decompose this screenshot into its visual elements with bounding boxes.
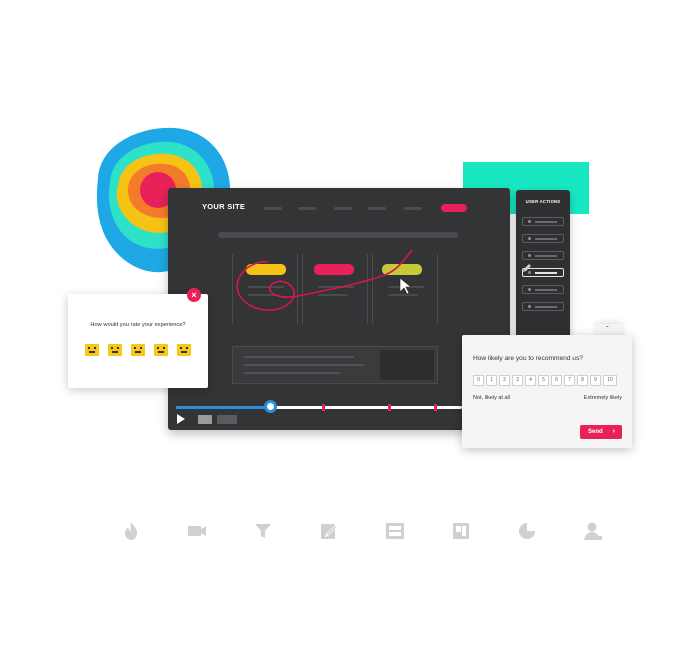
rating-survey-popup: How would you rate your experience?	[68, 294, 208, 388]
nps-score-option[interactable]: 4	[525, 375, 536, 386]
video-camera-icon	[188, 526, 206, 536]
event-marker[interactable]	[388, 404, 391, 411]
survey-icon	[386, 523, 404, 539]
timeline-progress	[176, 406, 271, 409]
nps-score-option[interactable]: 6	[551, 375, 562, 386]
bad-face-icon[interactable]	[108, 344, 122, 356]
layout-icon	[453, 523, 469, 539]
nps-high-label: Extremely likely	[583, 395, 622, 401]
close-icon[interactable]: ×	[187, 288, 201, 302]
flame-icon	[125, 522, 137, 540]
nps-question: How likely are you to recommend us?	[473, 355, 583, 362]
user-action-item[interactable]	[522, 251, 564, 260]
nps-score-option[interactable]: 5	[538, 375, 549, 386]
very-good-face-icon[interactable]	[177, 344, 191, 356]
chevron-down-icon: ˇ	[606, 325, 609, 334]
speed-button[interactable]	[217, 415, 237, 424]
user-actions-title: USER ACTIONS	[525, 199, 561, 204]
skip-button[interactable]	[198, 415, 212, 424]
user-action-item[interactable]	[522, 302, 564, 311]
website-preview-window: YOUR SITE	[168, 188, 510, 430]
good-face-icon[interactable]	[154, 344, 168, 356]
pie-chart-icon	[519, 523, 535, 539]
nps-score-option[interactable]: 3	[512, 375, 523, 386]
mouse-trail-graphic	[236, 249, 413, 311]
chevron-right-icon: ›	[612, 428, 615, 435]
event-marker[interactable]	[434, 404, 437, 411]
rating-question: How would you rate your experience?	[90, 322, 186, 328]
nps-score-option[interactable]: 10	[603, 375, 617, 386]
nps-score-option[interactable]: 8	[577, 375, 588, 386]
form-edit-icon	[321, 524, 337, 539]
user-action-item[interactable]	[522, 285, 564, 294]
nps-score-option[interactable]: 1	[486, 375, 497, 386]
nps-survey-popup: How likely are you to recommend us? 0 1 …	[462, 335, 632, 448]
playback-timeline[interactable]	[176, 406, 462, 409]
send-button-label: Send	[588, 429, 603, 435]
event-marker[interactable]	[322, 404, 325, 411]
user-action-item[interactable]	[522, 217, 564, 226]
pencil-icon	[523, 264, 531, 272]
user-action-item[interactable]	[522, 234, 564, 243]
nps-score-option[interactable]: 2	[499, 375, 510, 386]
play-icon[interactable]	[177, 414, 185, 424]
very-bad-face-icon[interactable]	[85, 344, 99, 356]
user-icon	[584, 522, 602, 540]
neutral-face-icon[interactable]	[131, 344, 145, 356]
send-button[interactable]: Send ›	[580, 425, 622, 439]
cursor-icon	[399, 277, 412, 295]
funnel-icon	[255, 524, 271, 538]
nps-score-option[interactable]: 7	[564, 375, 575, 386]
nps-score-option[interactable]: 9	[590, 375, 601, 386]
nps-low-label: Not, likely at all	[473, 395, 510, 401]
nps-score-option[interactable]: 0	[473, 375, 484, 386]
